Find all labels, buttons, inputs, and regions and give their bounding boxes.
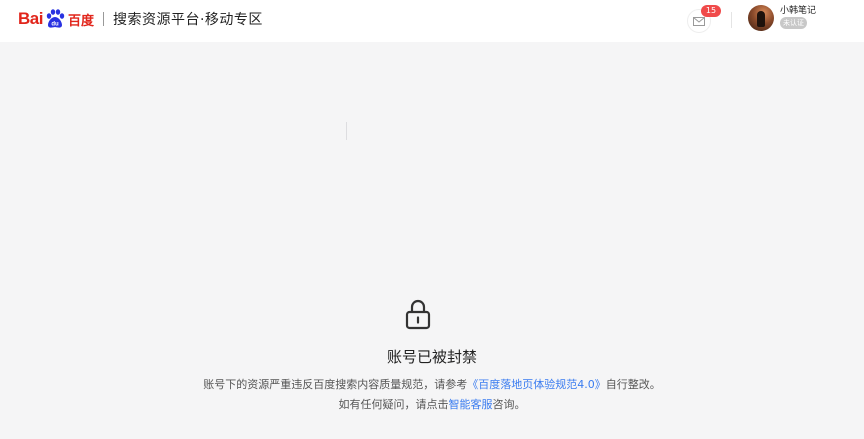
verification-status-badge[interactable]: 未认证 — [780, 17, 807, 29]
help-text: 如有任何疑问，请点击 — [338, 398, 449, 411]
help-suffix: 咨询。 — [492, 398, 526, 411]
text-cursor-mark — [346, 122, 347, 140]
ban-message-line-2: 如有任何疑问，请点击智能客服咨询。 — [0, 396, 864, 412]
user-avatar[interactable] — [748, 5, 774, 31]
ban-message-line-1: 账号下的资源严重违反百度搜索内容质量规范，请参考《百度落地页体验规范4.0》自行… — [0, 376, 864, 392]
mail-icon — [693, 16, 705, 26]
header-divider — [731, 12, 732, 28]
top-header: Bai du 百度 搜索资源平台·移动专区 15 小韩笔记 未认证 — [0, 0, 864, 42]
baidu-logo[interactable]: Bai du 百度 搜索资源平台·移动专区 — [18, 6, 263, 32]
logo-du-text: du — [51, 22, 59, 28]
page-title: 搜索资源平台·移动专区 — [112, 12, 263, 28]
ban-title: 账号已被封禁 — [386, 348, 477, 366]
logo-separator — [102, 12, 104, 26]
username[interactable]: 小韩笔记 — [780, 3, 816, 16]
baidu-paw-icon: du — [46, 9, 65, 28]
logo-cn-text: 百度 — [67, 13, 94, 29]
smart-support-link[interactable]: 智能客服 — [449, 398, 493, 411]
message-count-badge: 15 — [701, 5, 721, 17]
lock-icon — [405, 299, 431, 330]
ban-message-text: 账号下的资源严重违反百度搜索内容质量规范，请参考 — [203, 378, 468, 391]
guideline-link[interactable]: 《百度落地页体验规范4.0》 — [467, 378, 606, 391]
logo-bai-text: Bai — [18, 9, 43, 28]
ban-message-suffix: 自行整改。 — [605, 378, 661, 391]
